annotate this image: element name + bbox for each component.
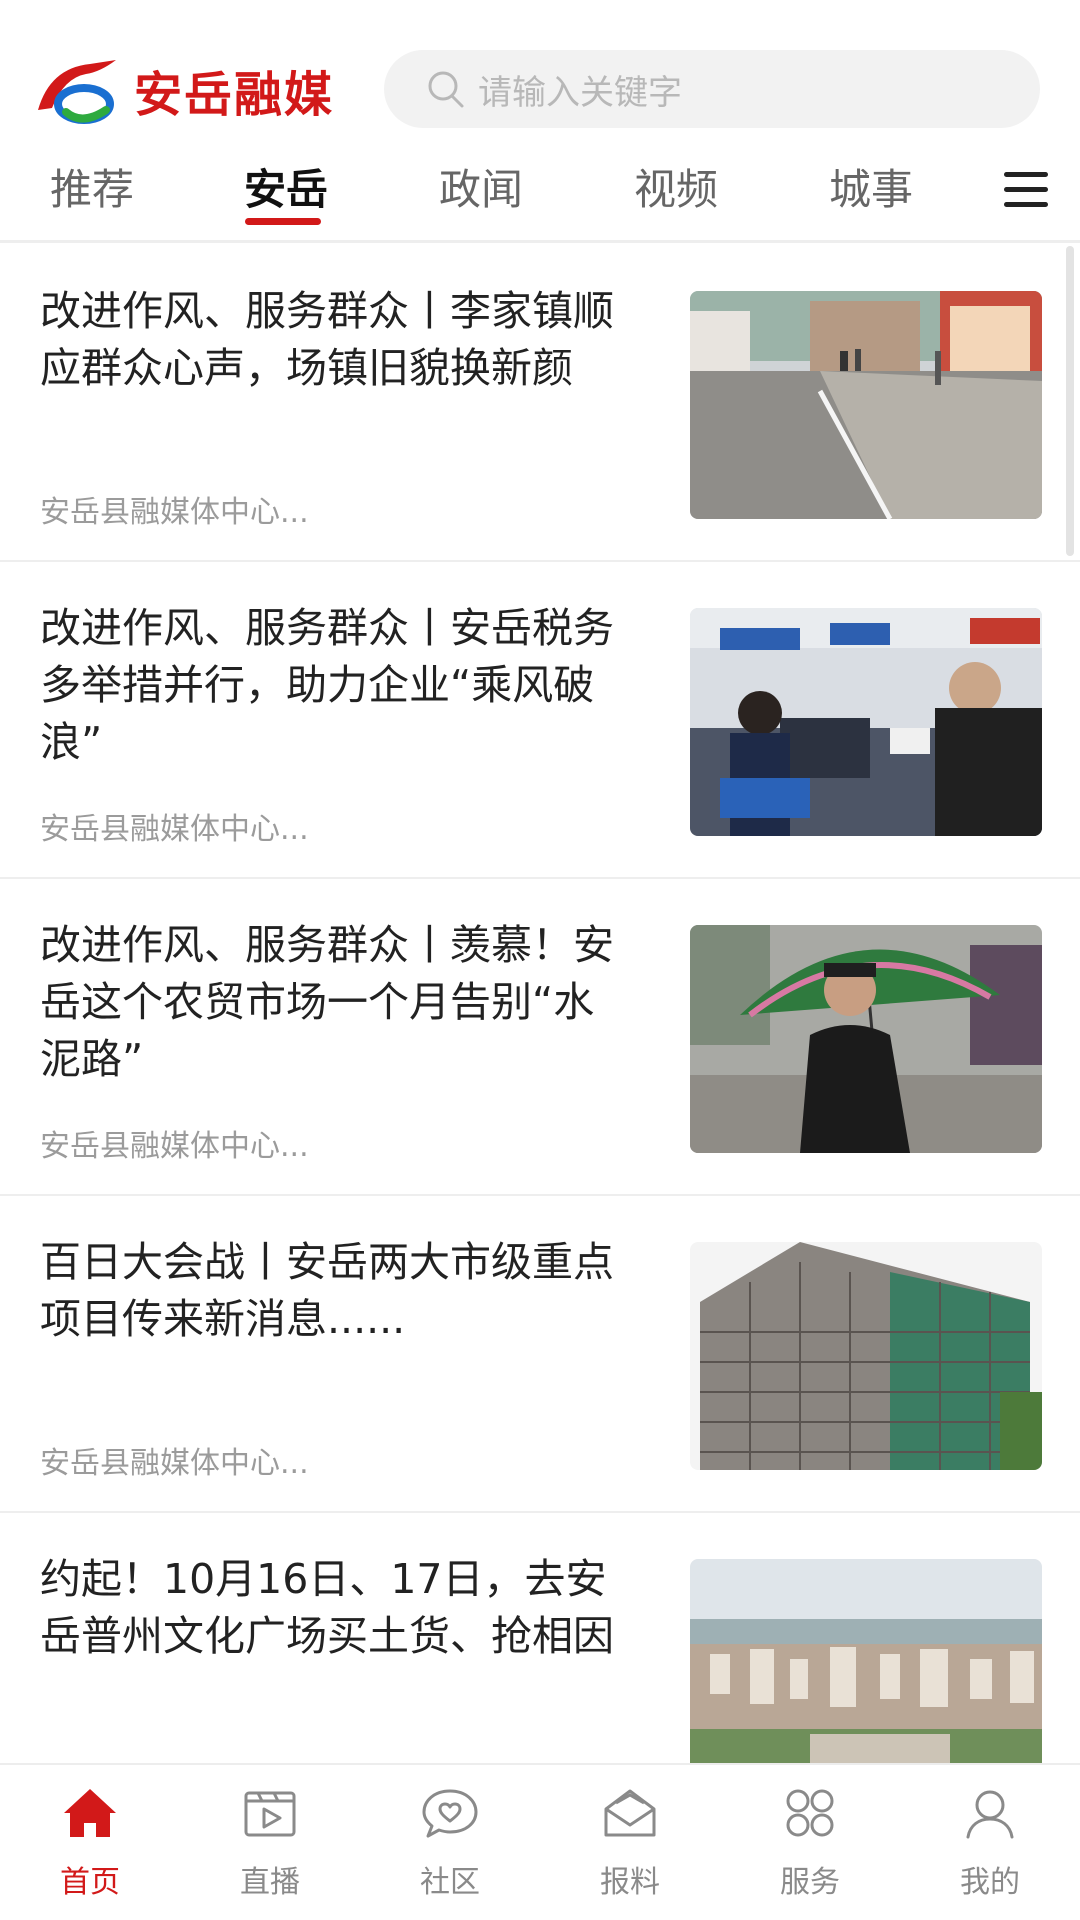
- menu-icon[interactable]: [1002, 168, 1050, 212]
- news-item[interactable]: 约起！10月16日、17日，去安岳普州文化广场买土货、抢相因: [0, 1511, 1080, 1763]
- nav-service[interactable]: 服务: [720, 1765, 900, 1920]
- news-source: 安岳县融媒体中心...: [40, 1129, 309, 1164]
- report-icon: [600, 1783, 660, 1843]
- man-with-umbrella-image[interactable]: [690, 925, 1042, 1153]
- nav-label: 服务: [780, 1865, 840, 1900]
- news-title: 约起！10月16日、17日，去安岳普州文化广场买土货、抢相因: [40, 1555, 614, 1660]
- news-title: 改进作风、服务群众丨李家镇顺应群众心声，场镇旧貌换新颜: [40, 287, 614, 392]
- news-title: 百日大会战丨安岳两大市级重点项目传来新消息......: [40, 1238, 614, 1343]
- tab-city[interactable]: 城事: [829, 156, 913, 217]
- feed-scrollbar[interactable]: [1066, 246, 1074, 556]
- logo-text: 安岳融媒: [134, 67, 335, 123]
- category-tabs: 推荐 安岳 政闻 视频 城事: [0, 148, 1080, 240]
- nav-label: 我的: [960, 1865, 1020, 1900]
- nav-label: 报料: [600, 1865, 660, 1900]
- bottom-navigation: 首页 直播 社区 报料 服务 我的: [0, 1763, 1080, 1920]
- news-item[interactable]: 改进作风、服务群众丨李家镇顺应群众心声，场镇旧貌换新颜 安岳县融媒体中心...: [0, 243, 1080, 562]
- nav-profile[interactable]: 我的: [900, 1765, 1080, 1920]
- search-icon: [426, 69, 466, 109]
- construction-building-image[interactable]: [690, 1242, 1042, 1470]
- news-title: 改进作风、服务群众丨羡慕！安岳这个农贸市场一个月告别“水泥路”: [40, 921, 614, 1083]
- service-icon: [780, 1783, 840, 1843]
- app-logo: 安岳融媒: [30, 50, 350, 130]
- news-item[interactable]: 百日大会战丨安岳两大市级重点项目传来新消息...... 安岳县融媒体中心...: [0, 1194, 1080, 1513]
- search-bar[interactable]: 请输入关键字: [384, 50, 1040, 128]
- street-scene-image[interactable]: [690, 291, 1042, 519]
- nav-community[interactable]: 社区: [360, 1765, 540, 1920]
- profile-icon: [960, 1783, 1020, 1843]
- news-feed[interactable]: 改进作风、服务群众丨李家镇顺应群众心声，场镇旧貌换新颜 安岳县融媒体中心...: [0, 243, 1080, 1763]
- logo-mark-icon: [30, 50, 120, 130]
- nav-label: 首页: [60, 1865, 120, 1900]
- news-source: 安岳县融媒体中心...: [40, 1446, 309, 1481]
- nav-report[interactable]: 报料: [540, 1765, 720, 1920]
- community-icon: [420, 1783, 480, 1843]
- tab-anyue[interactable]: 安岳: [244, 156, 328, 217]
- tax-service-hall-image[interactable]: [690, 608, 1042, 836]
- nav-live[interactable]: 直播: [180, 1765, 360, 1920]
- search-placeholder: 请输入关键字: [478, 72, 682, 113]
- tab-video[interactable]: 视频: [634, 156, 718, 217]
- app-screen: 安岳融媒 请输入关键字 推荐 安岳 政闻 视频 城事 改进作风、服务群众丨李家镇…: [0, 0, 1080, 1920]
- nav-label: 直播: [240, 1865, 300, 1900]
- nav-label: 社区: [420, 1865, 480, 1900]
- news-title: 改进作风、服务群众丨安岳税务多举措并行，助力企业“乘风破浪”: [40, 604, 614, 766]
- top-header: 安岳融媒 请输入关键字: [0, 0, 1080, 140]
- tab-politics[interactable]: 政闻: [439, 156, 523, 217]
- news-item[interactable]: 改进作风、服务群众丨羡慕！安岳这个农贸市场一个月告别“水泥路” 安岳县融媒体中心…: [0, 877, 1080, 1196]
- home-icon: [60, 1783, 120, 1843]
- tab-recommend[interactable]: 推荐: [50, 156, 134, 217]
- active-tab-indicator: [245, 218, 321, 225]
- city-aerial-image[interactable]: [690, 1559, 1042, 1763]
- live-icon: [240, 1783, 300, 1843]
- nav-home[interactable]: 首页: [0, 1765, 180, 1920]
- news-item[interactable]: 改进作风、服务群众丨安岳税务多举措并行，助力企业“乘风破浪” 安岳县融媒体中心.…: [0, 560, 1080, 879]
- news-source: 安岳县融媒体中心...: [40, 812, 309, 847]
- news-source: 安岳县融媒体中心...: [40, 495, 309, 530]
